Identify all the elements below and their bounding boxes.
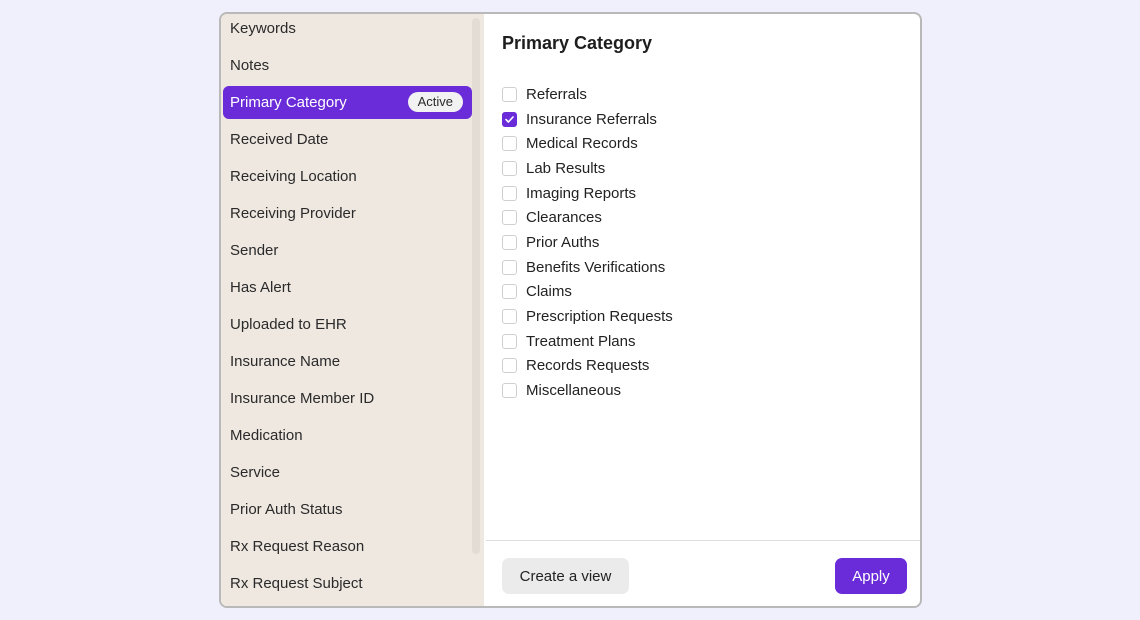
checkbox[interactable] <box>502 185 517 201</box>
option-treatment-plans[interactable]: Treatment Plans <box>502 329 673 354</box>
filter-panel: Primary Category Referrals Insurance Refe… <box>486 14 920 606</box>
sidebar-item-label: Primary Category <box>230 94 347 111</box>
sidebar-item-received-date[interactable]: Received Date <box>223 123 472 156</box>
sidebar-item-notes[interactable]: Notes <box>223 49 472 82</box>
sidebar-item-has-alert[interactable]: Has Alert <box>223 271 472 304</box>
sidebar-item-rx-request-reason[interactable]: Rx Request Reason <box>223 530 472 563</box>
option-label: Referrals <box>526 85 587 103</box>
sidebar-list: Keywords Notes Primary Category Active Recei… <box>223 14 472 604</box>
option-claims[interactable]: Claims <box>502 280 673 305</box>
option-label: Records Requests <box>526 357 650 375</box>
sidebar-item-rx-request-subject[interactable]: Rx Request Subject <box>223 567 472 600</box>
sidebar-item-label: Uploaded to EHR <box>230 316 347 333</box>
sidebar-item-receiving-provider[interactable]: Receiving Provider <box>223 197 472 230</box>
sidebar-item-label: Receiving Provider <box>230 205 356 222</box>
checkbox[interactable] <box>502 136 517 152</box>
sidebar-item-label: Insurance Name <box>230 353 341 370</box>
panel-title: Primary Category <box>502 33 653 53</box>
checkbox[interactable] <box>502 309 517 325</box>
apply-button[interactable]: Apply <box>835 558 907 594</box>
create-view-button[interactable]: Create a view <box>502 558 629 594</box>
checkbox[interactable] <box>502 234 517 250</box>
sidebar-scrollbar[interactable] <box>472 14 480 606</box>
panel-footer: Create a view Apply <box>486 540 920 606</box>
sidebar-item-label: Rx Request Subject <box>230 575 363 592</box>
sidebar-item-label: Sender <box>230 242 279 259</box>
sidebar-item-label: Service <box>230 464 281 481</box>
sidebar-item-label: Receiving Location <box>230 168 357 185</box>
checkbox[interactable] <box>502 259 517 275</box>
sidebar-item-insurance-name[interactable]: Insurance Name <box>223 345 472 378</box>
sidebar-item-medication[interactable]: Medication <box>223 419 472 452</box>
sidebar-item-sender[interactable]: Sender <box>223 234 472 267</box>
option-records-requests[interactable]: Records Requests <box>502 354 673 379</box>
scrollbar-thumb[interactable] <box>472 18 480 554</box>
checkbox[interactable] <box>502 358 517 374</box>
option-insurance-referrals[interactable]: Insurance Referrals <box>502 107 673 132</box>
option-label: Miscellaneous <box>526 382 622 400</box>
checkbox[interactable] <box>502 284 517 300</box>
category-options: Referrals Insurance Referrals Medical Reco… <box>502 82 673 403</box>
checkbox[interactable] <box>502 210 517 226</box>
filter-sidebar: Keywords Notes Primary Category Active Recei… <box>221 14 484 606</box>
sidebar-item-label: Has Alert <box>230 279 291 296</box>
sidebar-item-service[interactable]: Service <box>223 456 472 489</box>
option-imaging-reports[interactable]: Imaging Reports <box>502 181 673 206</box>
checkbox[interactable] <box>502 160 517 176</box>
option-medical-records[interactable]: Medical Records <box>502 131 673 156</box>
sidebar-item-uploaded-to-ehr[interactable]: Uploaded to EHR <box>223 308 472 341</box>
sidebar-item-insurance-member-id[interactable]: Insurance Member ID <box>223 382 472 415</box>
option-label: Clearances <box>526 209 602 227</box>
option-label: Treatment Plans <box>526 332 636 350</box>
filter-dialog: Keywords Notes Primary Category Active Recei… <box>219 12 922 608</box>
sidebar-item-keywords[interactable]: Keywords <box>223 14 472 45</box>
option-benefits-verifications[interactable]: Benefits Verifications <box>502 255 673 280</box>
option-label: Lab Results <box>526 159 606 177</box>
option-label: Imaging Reports <box>526 184 637 202</box>
sidebar-item-label: Prior Auth Status <box>230 501 343 518</box>
check-icon <box>505 115 514 123</box>
sidebar-item-label: Rx Request Reason <box>230 538 365 555</box>
option-clearances[interactable]: Clearances <box>502 205 673 230</box>
option-label: Benefits Verifications <box>526 258 666 276</box>
option-label: Medical Records <box>526 135 638 153</box>
option-prior-auths[interactable]: Prior Auths <box>502 230 673 255</box>
option-lab-results[interactable]: Lab Results <box>502 156 673 181</box>
checkbox[interactable] <box>502 86 517 102</box>
sidebar-item-receiving-location[interactable]: Receiving Location <box>223 160 472 193</box>
sidebar-item-primary-category[interactable]: Primary Category Active <box>223 86 472 119</box>
option-label: Prescription Requests <box>526 308 673 326</box>
sidebar-item-label: Received Date <box>230 131 329 148</box>
sidebar-item-prior-auth-status[interactable]: Prior Auth Status <box>223 493 472 526</box>
option-miscellaneous[interactable]: Miscellaneous <box>502 378 673 403</box>
option-label: Prior Auths <box>526 233 600 251</box>
option-referrals[interactable]: Referrals <box>502 82 673 107</box>
sidebar-item-label: Insurance Member ID <box>230 390 375 407</box>
option-label: Insurance Referrals <box>526 110 657 128</box>
checkbox[interactable] <box>502 383 517 399</box>
sidebar-item-label: Notes <box>230 57 270 74</box>
active-badge: Active <box>407 92 463 112</box>
sidebar-item-label: Medication <box>230 427 303 444</box>
checkbox[interactable] <box>502 111 517 127</box>
option-label: Claims <box>526 283 572 301</box>
option-prescription-requests[interactable]: Prescription Requests <box>502 304 673 329</box>
sidebar-item-label: Keywords <box>230 20 296 37</box>
checkbox[interactable] <box>502 333 517 349</box>
